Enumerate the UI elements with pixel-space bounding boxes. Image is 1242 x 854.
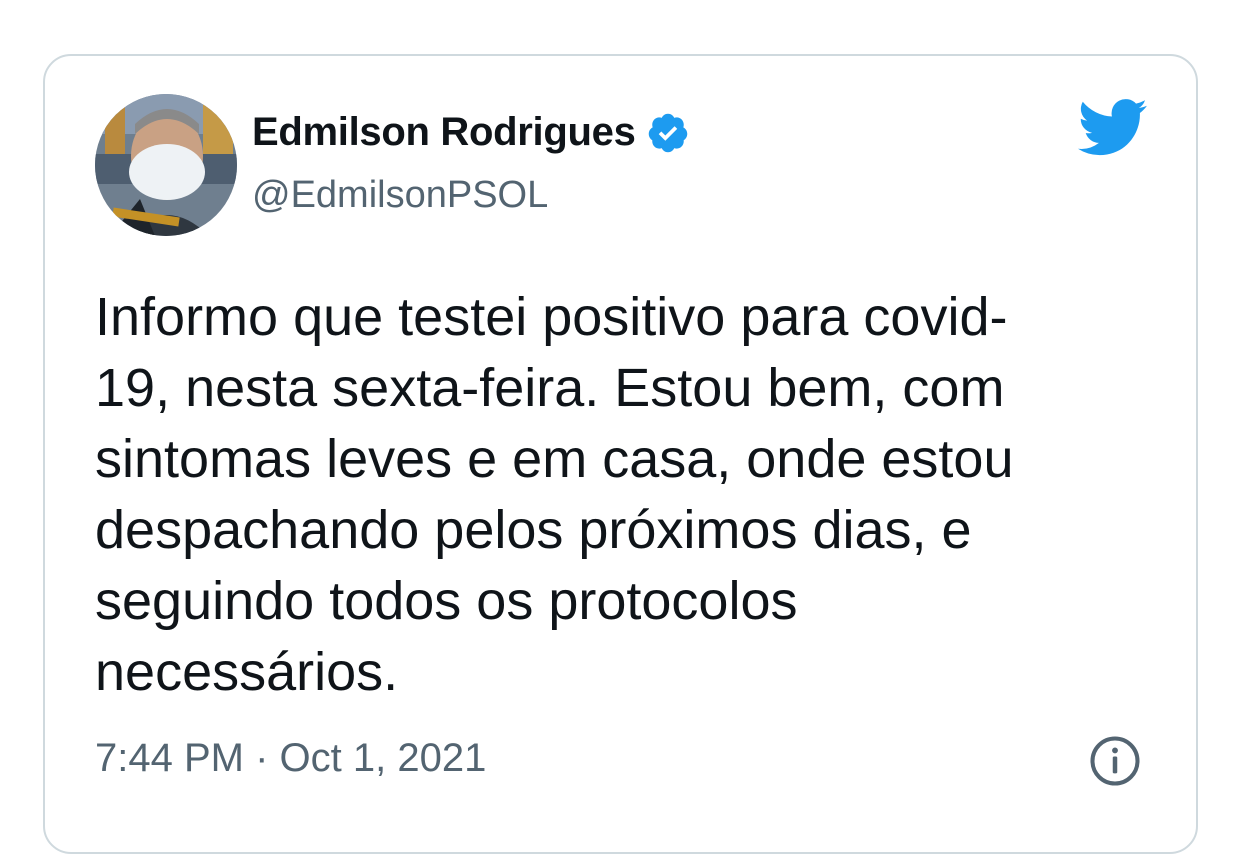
twitter-bird-icon[interactable] (1078, 98, 1148, 158)
verified-badge-icon (648, 113, 687, 152)
author-name-row: Edmilson Rodrigues (252, 110, 690, 155)
tweet-text: Informo que testei positivo para covid- … (95, 287, 1014, 702)
info-icon[interactable] (1088, 734, 1142, 788)
author-handle[interactable]: @EdmilsonPSOL (252, 174, 548, 217)
author-display-name[interactable]: Edmilson Rodrigues (252, 110, 636, 155)
avatar[interactable] (95, 94, 237, 236)
avatar-image (95, 94, 237, 236)
tweet-timestamp[interactable]: 7:44 PM · Oct 1, 2021 (95, 736, 486, 781)
tweet-card: Edmilson Rodrigues @EdmilsonPSOL Informo… (43, 54, 1198, 854)
